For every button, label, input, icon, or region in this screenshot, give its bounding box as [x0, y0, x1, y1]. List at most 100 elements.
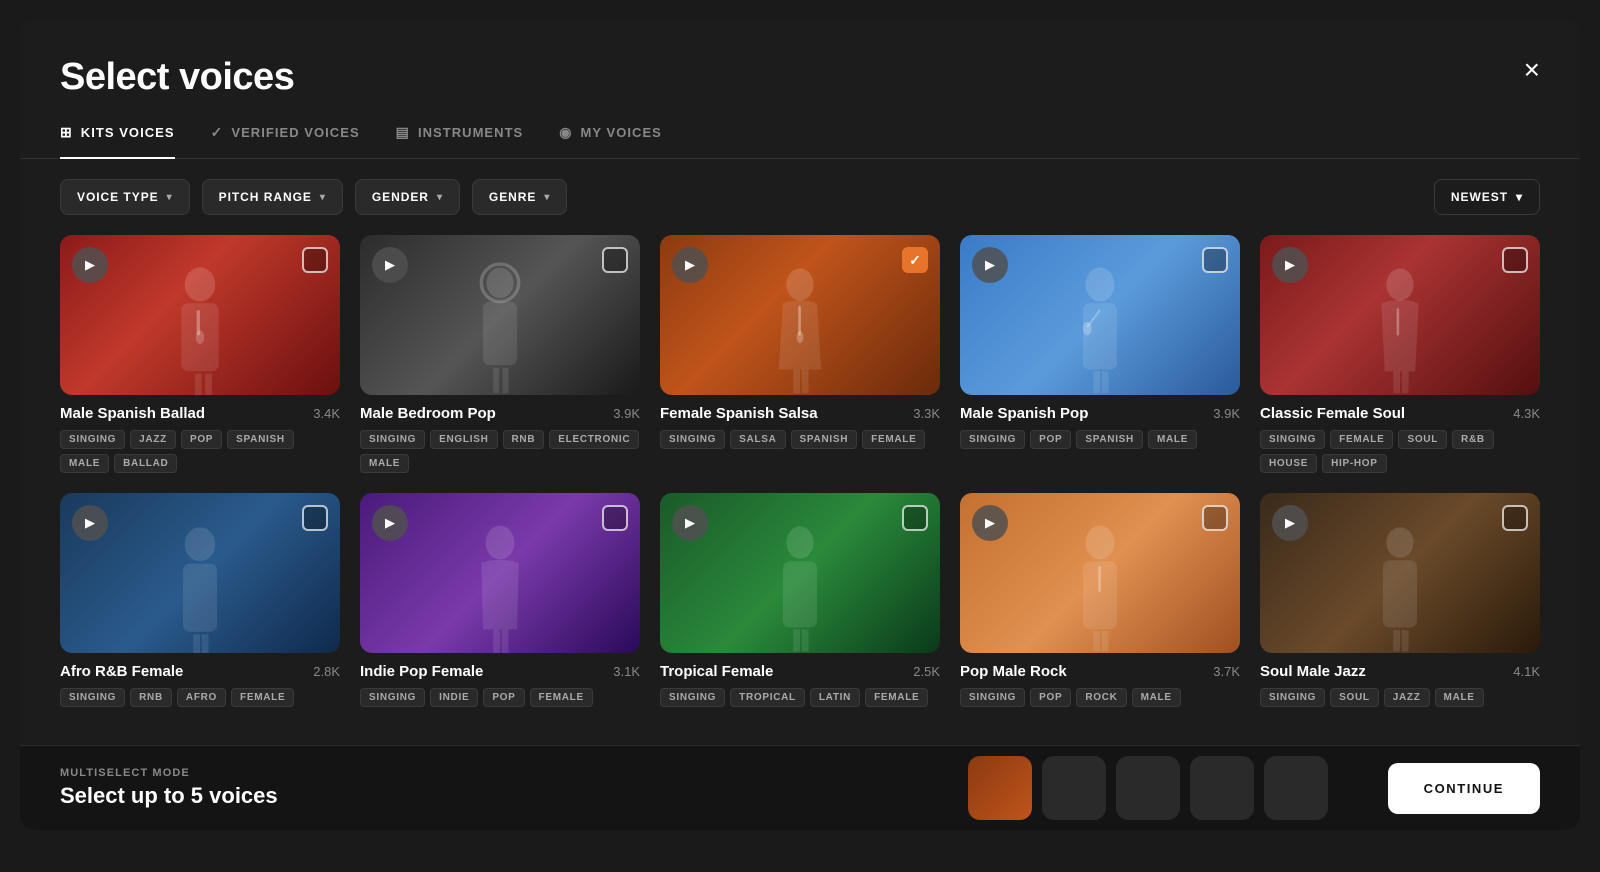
person-figure [1288, 517, 1512, 653]
play-button[interactable]: ▶ [372, 247, 408, 283]
voice-card[interactable]: ▶ Classic Female Soul 4.3K SINGINGFEMALE… [1260, 235, 1540, 473]
voice-card[interactable]: ▶ Male Bedroom Pop 3.9K SINGINGENGLISHRN… [360, 235, 640, 473]
voice-tag: SALSA [730, 430, 785, 449]
selected-slot-2 [1042, 756, 1106, 820]
card-info: Tropical Female 2.5K SINGINGTROPICALLATI… [660, 653, 940, 707]
chevron-down-icon: ▾ [320, 192, 326, 203]
voice-card[interactable]: ▶ Tropical Female 2.5K SINGINGTROPICALLA… [660, 493, 940, 707]
bottom-bar: MULTISELECT MODE Select up to 5 voices C… [20, 745, 1580, 830]
voice-tag: MALE [1148, 430, 1197, 449]
tab-verified-label: VERIFIED VOICES [231, 125, 359, 140]
voice-tag: HOUSE [1260, 454, 1317, 473]
voice-card[interactable]: ▶ Male Spanish Ballad 3.4K SINGINGJAZZPO… [60, 235, 340, 473]
card-checkbox[interactable] [602, 247, 628, 273]
card-name-row: Pop Male Rock 3.7K [960, 663, 1240, 680]
gender-filter[interactable]: GENDER ▾ [355, 179, 460, 215]
card-checkbox[interactable] [602, 505, 628, 531]
card-checkbox[interactable]: ✓ [902, 247, 928, 273]
genre-label: GENRE [489, 190, 536, 204]
voice-tag: SPANISH [791, 430, 858, 449]
voice-card[interactable]: ▶ Male Spanish Pop 3.9K SINGINGPOPSPANIS… [960, 235, 1240, 473]
voice-type-label: VOICE TYPE [77, 190, 159, 204]
card-checkbox[interactable] [302, 505, 328, 531]
sort-label: NEWEST [1451, 190, 1508, 204]
tab-my-label: MY VOICES [581, 125, 662, 140]
close-button[interactable]: × [1524, 56, 1540, 84]
play-button[interactable]: ▶ [672, 247, 708, 283]
tab-verified-voices[interactable]: ✓ VERIFIED VOICES [211, 124, 360, 159]
voice-card[interactable]: ▶ Indie Pop Female 3.1K SINGINGINDIEPOPF… [360, 493, 640, 707]
play-button[interactable]: ▶ [672, 505, 708, 541]
tab-kits-label: KITS VOICES [81, 125, 175, 140]
pitch-range-filter[interactable]: PITCH RANGE ▾ [202, 179, 343, 215]
card-name-row: Male Spanish Ballad 3.4K [60, 405, 340, 422]
card-count: 3.3K [913, 406, 940, 421]
card-name: Soul Male Jazz [1260, 663, 1366, 680]
card-name-row: Soul Male Jazz 4.1K [1260, 663, 1540, 680]
voice-tag: FEMALE [865, 688, 928, 707]
card-tags: SINGINGSALSASPANISHFEMALE [660, 430, 940, 449]
play-button[interactable]: ▶ [1272, 505, 1308, 541]
card-name: Pop Male Rock [960, 663, 1067, 680]
play-button[interactable]: ▶ [72, 247, 108, 283]
voice-tag: SINGING [360, 430, 425, 449]
card-checkbox[interactable] [1502, 505, 1528, 531]
card-thumbnail: ▶ [360, 235, 640, 395]
voice-card[interactable]: ▶ Soul Male Jazz 4.1K SINGINGSOULJAZZMAL… [1260, 493, 1540, 707]
card-checkbox[interactable] [902, 505, 928, 531]
tab-my-voices[interactable]: ◉ MY VOICES [559, 124, 662, 159]
card-count: 2.8K [313, 664, 340, 679]
card-name-row: Tropical Female 2.5K [660, 663, 940, 680]
card-thumbnail: ▶ ✓ [660, 235, 940, 395]
card-checkbox[interactable] [302, 247, 328, 273]
voice-card[interactable]: ▶ ✓ Female Spanish Salsa 3.3K SINGING SAL… [660, 235, 940, 473]
play-button[interactable]: ▶ [1272, 247, 1308, 283]
card-name: Male Spanish Ballad [60, 405, 205, 422]
card-info: Afro R&B Female 2.8K SINGINGRNBAFROFEMAL… [60, 653, 340, 707]
voice-tag: SINGING [960, 430, 1025, 449]
play-button[interactable]: ▶ [972, 505, 1008, 541]
card-tags: SINGINGSOULJAZZMALE [1260, 688, 1540, 707]
voice-card[interactable]: ▶ Pop Male Rock 3.7K SINGINGPOPROCKMALE [960, 493, 1240, 707]
card-checkbox[interactable] [1202, 247, 1228, 273]
voice-tag: SOUL [1330, 688, 1379, 707]
genre-filter[interactable]: GENRE ▾ [472, 179, 567, 215]
continue-button[interactable]: CONTINUE [1388, 763, 1540, 814]
card-name-row: Female Spanish Salsa 3.3K [660, 405, 940, 422]
multiselect-mode-label: MULTISELECT MODE [60, 767, 278, 779]
card-tags: SINGINGTROPICALLATINFEMALE [660, 688, 940, 707]
voice-tag: POP [181, 430, 222, 449]
card-info: Classic Female Soul 4.3K SINGINGFEMALESO… [1260, 395, 1540, 473]
card-thumbnail: ▶ [1260, 235, 1540, 395]
verified-icon: ✓ [211, 124, 224, 141]
card-tags: SINGINGPOPROCKMALE [960, 688, 1240, 707]
selected-slot-5 [1264, 756, 1328, 820]
card-tags: SINGINGPOPSPANISHMALE [960, 430, 1240, 449]
card-name-row: Male Spanish Pop 3.9K [960, 405, 1240, 422]
play-button[interactable]: ▶ [72, 505, 108, 541]
voice-tag: POP [1030, 688, 1071, 707]
tab-instruments-label: INSTRUMENTS [418, 125, 523, 140]
voice-tag: FEMALE [1330, 430, 1393, 449]
selected-slot-1 [968, 756, 1032, 820]
tab-kits-voices[interactable]: ⊞ KITS VOICES [60, 124, 175, 159]
play-button[interactable]: ▶ [372, 505, 408, 541]
card-checkbox[interactable] [1202, 505, 1228, 531]
voice-tag: RNB [503, 430, 545, 449]
voice-tag: FEMALE [231, 688, 294, 707]
voice-card[interactable]: ▶ Afro R&B Female 2.8K SINGINGRNBAFROFEM… [60, 493, 340, 707]
person-figure [1288, 259, 1512, 395]
voice-tag: LATIN [810, 688, 860, 707]
voice-type-filter[interactable]: VOICE TYPE ▾ [60, 179, 190, 215]
selected-slot-4 [1190, 756, 1254, 820]
tab-instruments[interactable]: ▤ INSTRUMENTS [396, 124, 524, 159]
play-button[interactable]: ▶ [972, 247, 1008, 283]
kits-icon: ⊞ [60, 124, 73, 141]
card-checkbox[interactable] [1502, 247, 1528, 273]
card-thumbnail: ▶ [960, 493, 1240, 653]
chevron-down-icon: ▾ [1516, 190, 1523, 204]
sort-button[interactable]: NEWEST ▾ [1434, 179, 1540, 215]
card-tags: SINGINGINDIEPOPFEMALE [360, 688, 640, 707]
voice-tag: SINGING [660, 430, 725, 449]
tabs-nav: ⊞ KITS VOICES ✓ VERIFIED VOICES ▤ INSTRU… [20, 99, 1580, 159]
